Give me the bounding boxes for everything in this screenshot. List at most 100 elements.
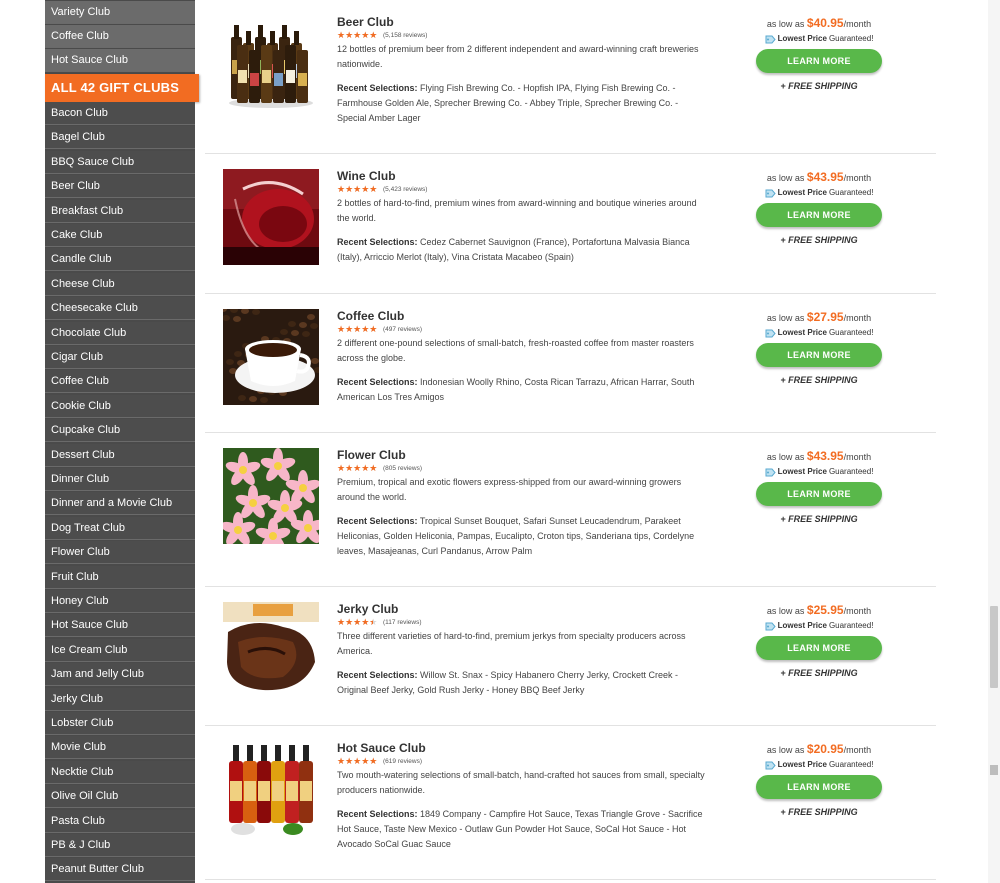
price-suffix: /month — [843, 745, 872, 755]
club-listing-coffee-club: Coffee Club ★★★★★ ★★★★★ (497 reviews) 2 … — [205, 294, 936, 433]
listing-title[interactable]: Hot Sauce Club — [337, 741, 705, 755]
sidebar-item[interactable]: Pasta Club — [45, 809, 195, 833]
review-count[interactable]: (117 reviews) — [383, 619, 422, 626]
scrollbar-marker — [990, 765, 998, 775]
free-shipping-label: + FREE SHIPPING — [780, 668, 858, 678]
learn-more-button[interactable]: LEARN MORE — [756, 636, 882, 660]
scrollbar-thumb[interactable] — [990, 606, 998, 688]
sidebar-item[interactable]: Breakfast Club — [45, 199, 195, 223]
scrollbar-track[interactable] — [988, 0, 1000, 883]
review-count[interactable]: (805 reviews) — [383, 465, 422, 472]
sidebar-item[interactable]: Cigar Club — [45, 346, 195, 369]
listing-title[interactable]: Wine Club — [337, 169, 705, 183]
sidebar-item[interactable]: Honey Club — [45, 590, 195, 613]
sidebar-item[interactable]: Beer Club — [45, 175, 195, 199]
sidebar-item-hot-sauce-club[interactable]: Hot Sauce Club — [45, 49, 195, 72]
sidebar-item[interactable]: Flower Club — [45, 541, 195, 565]
sidebar-item[interactable]: Dog Treat Club — [45, 516, 195, 540]
listing-title[interactable]: Beer Club — [337, 15, 705, 29]
sidebar-nav: Variety Club Coffee Club Hot Sauce Club … — [45, 0, 199, 883]
rating: ★★★★★ ★★★★★ (5,158 reviews) — [337, 30, 705, 41]
free-shipping-label: + FREE SHIPPING — [780, 81, 858, 91]
listing-title[interactable]: Coffee Club — [337, 309, 705, 323]
jerky-image[interactable] — [223, 602, 319, 698]
sidebar-item[interactable]: Jam and Jelly Club — [45, 663, 195, 687]
sidebar-item[interactable]: Lobster Club — [45, 712, 195, 735]
recent-selections: Recent Selections: Willow St. Snax - Spi… — [337, 668, 705, 698]
review-count[interactable]: (5,158 reviews) — [383, 32, 427, 39]
sidebar-item[interactable]: Fruit Club — [45, 565, 195, 589]
recent-selections-label: Recent Selections: — [337, 237, 418, 247]
beer-bottles-image[interactable] — [223, 15, 319, 111]
listing-title[interactable]: Jerky Club — [337, 602, 705, 616]
review-count[interactable]: (497 reviews) — [383, 326, 422, 333]
sidebar-item[interactable]: BBQ Sauce Club — [45, 150, 195, 174]
listing-title[interactable]: Flower Club — [337, 448, 705, 462]
listing-info: Beer Club ★★★★★ ★★★★★ (5,158 reviews) 12… — [337, 15, 705, 126]
recent-selections-label: Recent Selections: — [337, 377, 418, 387]
plumeria-flowers-image[interactable] — [223, 448, 319, 544]
guaranteed-label: Guaranteed! — [828, 34, 874, 43]
free-shipping-label: + FREE SHIPPING — [780, 375, 858, 385]
sidebar-item[interactable]: Cookie Club — [45, 394, 195, 418]
sidebar-item-coffee-club[interactable]: Coffee Club — [45, 25, 195, 48]
learn-more-button[interactable]: LEARN MORE — [756, 203, 882, 227]
recent-selections: Recent Selections: Tropical Sunset Bouqu… — [337, 514, 705, 559]
sidebar-item[interactable]: Jerky Club — [45, 687, 195, 711]
sidebar-item[interactable]: Candle Club — [45, 248, 195, 272]
recent-selections: Recent Selections: 1849 Company - Campfi… — [337, 807, 705, 852]
recent-selections: Recent Selections: Indonesian Woolly Rhi… — [337, 375, 705, 405]
listing-info: Wine Club ★★★★★ ★★★★★ (5,423 reviews) 2 … — [337, 169, 705, 265]
review-count[interactable]: (5,423 reviews) — [383, 186, 427, 193]
sidebar-item[interactable]: Chocolate Club — [45, 321, 195, 345]
star-rating-icon: ★★★★★ ★★★★★ — [337, 184, 378, 194]
sidebar-item[interactable]: Dinner and a Movie Club — [45, 492, 195, 516]
star-rating-icon: ★★★★★ ★★★★★ — [337, 324, 378, 334]
sidebar-item[interactable]: Movie Club — [45, 736, 195, 760]
price-tag-icon — [765, 468, 776, 476]
rating: ★★★★★ ★★★★★ (117 reviews) — [337, 617, 705, 628]
sidebar-item[interactable]: Hot Sauce Club — [45, 614, 195, 638]
learn-more-button[interactable]: LEARN MORE — [756, 343, 882, 367]
price-suffix: /month — [843, 313, 872, 323]
lowest-price-guarantee: Lowest Price Guaranteed! — [756, 187, 882, 199]
coffee-cup-image[interactable] — [223, 309, 319, 405]
free-shipping-label: + FREE SHIPPING — [780, 514, 858, 524]
recent-selections-label: Recent Selections: — [337, 83, 418, 93]
learn-more-button[interactable]: LEARN MORE — [756, 49, 882, 73]
learn-more-button[interactable]: LEARN MORE — [756, 775, 882, 799]
sidebar-item[interactable]: Bagel Club — [45, 126, 195, 150]
hot-sauce-bottles-image[interactable] — [223, 741, 319, 837]
sidebar-item[interactable]: Coffee Club — [45, 370, 195, 394]
sidebar-item[interactable]: Cake Club — [45, 224, 195, 247]
sidebar-item[interactable]: Necktie Club — [45, 760, 195, 784]
sidebar-item[interactable]: Peanut Butter Club — [45, 858, 195, 882]
price-box: as low as $27.95/month Lowest Price Guar… — [756, 309, 882, 386]
sidebar-item[interactable]: Olive Oil Club — [45, 785, 195, 809]
listing-description: Premium, tropical and exotic flowers exp… — [337, 477, 682, 502]
sidebar-item[interactable]: Cheese Club — [45, 272, 195, 296]
price-line: as low as $20.95/month — [756, 741, 882, 758]
wine-glass-image[interactable] — [223, 169, 319, 265]
guaranteed-label: Guaranteed! — [828, 760, 874, 769]
sidebar-item-variety-club[interactable]: Variety Club — [45, 1, 195, 24]
price-line: as low as $27.95/month — [756, 309, 882, 326]
review-count[interactable]: (619 reviews) — [383, 758, 422, 765]
guaranteed-label: Guaranteed! — [828, 621, 874, 630]
lowest-price-guarantee: Lowest Price Guaranteed! — [756, 759, 882, 771]
listing-description: 2 different one-pound selections of smal… — [337, 338, 694, 363]
sidebar-item[interactable]: Ice Cream Club — [45, 638, 195, 662]
sidebar-item[interactable]: PB & J Club — [45, 834, 195, 857]
sidebar-item[interactable]: Cheesecake Club — [45, 297, 195, 321]
all-gift-clubs-header[interactable]: ALL 42 GIFT CLUBS — [45, 74, 199, 102]
price-value: $27.95 — [806, 310, 844, 324]
price-value: $40.95 — [806, 16, 844, 30]
sidebar-item[interactable]: Bacon Club — [45, 102, 195, 125]
sidebar-item[interactable]: Cupcake Club — [45, 419, 195, 443]
price-prefix: as low as — [766, 313, 805, 323]
learn-more-button[interactable]: LEARN MORE — [756, 482, 882, 506]
sidebar-item[interactable]: Dessert Club — [45, 443, 195, 467]
listing-description: Two mouth-watering selections of small-b… — [337, 770, 705, 795]
price-suffix: /month — [843, 173, 872, 183]
sidebar-item[interactable]: Dinner Club — [45, 468, 195, 491]
